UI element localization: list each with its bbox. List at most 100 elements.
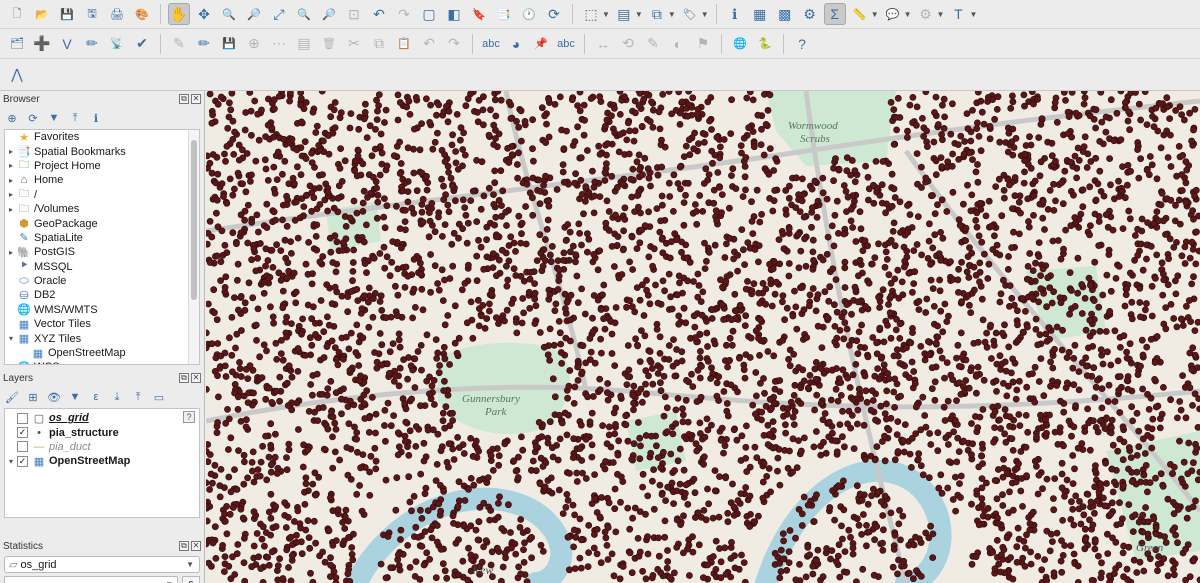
plugin-logo-icon[interactable]: ⋀	[6, 64, 28, 86]
plugin-icon[interactable]: 🌐	[729, 33, 751, 55]
browser-item[interactable]: ⬢ GeoPackage	[5, 216, 199, 231]
expand-arrow-icon[interactable]: ▸	[5, 190, 17, 199]
save-edits-icon[interactable]: 💾	[218, 33, 240, 55]
redo-icon[interactable]: ↷	[443, 33, 465, 55]
browser-item[interactable]: ▦ Vector Tiles	[5, 317, 199, 331]
map-canvas[interactable]: Wormwood Scrubs Gunnersbury Park Kew Gre…	[206, 91, 1200, 583]
help-badge[interactable]: ?	[183, 411, 195, 423]
cut-features-icon[interactable]: ✂	[343, 33, 365, 55]
expression-epsilon-button[interactable]: ε	[182, 576, 200, 583]
select-features-icon[interactable]: ⬚	[580, 3, 602, 25]
collapse-all-icon[interactable]: ⤒	[67, 110, 83, 126]
layer-item[interactable]: ✓ • pia_structure	[5, 425, 199, 439]
browser-item[interactable]: ⯈ MSSQL	[5, 260, 199, 274]
digitize-icon[interactable]: ✏	[81, 33, 103, 55]
temporal-controller-icon[interactable]: 🕐	[518, 3, 540, 25]
statistics-field-input[interactable]: ▼	[4, 576, 178, 583]
select-by-value-icon[interactable]: ▤	[613, 3, 635, 25]
statistics-sigma-icon[interactable]: Σ	[823, 3, 846, 25]
zoom-out-icon[interactable]: 🔎	[243, 3, 265, 25]
show-bookmarks-icon[interactable]: 📑	[493, 3, 515, 25]
filter-expression-icon[interactable]: ε	[88, 389, 104, 405]
browser-item[interactable]: ▸ 📑 Spatial Bookmarks	[5, 144, 199, 159]
modify-attributes-icon[interactable]: ▤	[293, 33, 315, 55]
browser-item[interactable]: ▾ ▦ XYZ Tiles	[5, 331, 199, 346]
spatial-bookmark-icon[interactable]: 🔖	[468, 3, 490, 25]
pan-to-selection-icon[interactable]: ✥	[193, 3, 215, 25]
layer-visibility-checkbox[interactable]: ✓	[17, 427, 28, 439]
new-layer-icon[interactable]: ➕	[31, 33, 53, 55]
layer-visibility-checkbox[interactable]	[17, 412, 28, 424]
browser-item[interactable]: ▸ 🗀 Project Home	[5, 159, 199, 173]
deselect-icon[interactable]: ⧉	[646, 3, 668, 25]
help-book-icon[interactable]: ?	[791, 33, 813, 55]
manage-visibility-icon[interactable]: 👁	[46, 389, 62, 405]
expand-arrow-icon[interactable]: ▸	[5, 176, 17, 185]
expand-arrow-icon[interactable]: ▸	[5, 161, 17, 170]
chevron-down-icon[interactable]: ▼	[701, 10, 709, 19]
expanded-arrow-icon[interactable]: ▾	[5, 457, 17, 466]
browser-item[interactable]: 🌐 WMS/WMTS	[5, 303, 199, 317]
zoom-selection-icon[interactable]: 🔍	[293, 3, 315, 25]
chevron-down-icon[interactable]: ▼	[904, 10, 912, 19]
add-vector-icon[interactable]: V	[56, 33, 78, 55]
float-dock-icon[interactable]: ⧉	[179, 373, 189, 383]
new-3d-view-icon[interactable]: ◧	[443, 3, 465, 25]
chevron-down-icon[interactable]: ▼	[602, 10, 610, 19]
browser-item[interactable]: ★ Favorites	[5, 130, 199, 144]
refresh-icon[interactable]: ⟳	[543, 3, 565, 25]
expand-arrow-icon[interactable]: ▸	[5, 248, 17, 257]
undo-icon[interactable]: ↶	[418, 33, 440, 55]
move-label-icon[interactable]: ↔	[592, 33, 614, 55]
browser-item[interactable]: ▦ OpenStreetMap	[5, 346, 199, 360]
label-props-icon[interactable]: ⚑	[692, 33, 714, 55]
layer-item[interactable]: — pia_duct	[5, 440, 199, 454]
save-as-icon[interactable]: 🖫	[81, 3, 103, 25]
chevron-down-icon[interactable]: ▼	[668, 10, 676, 19]
identify-icon[interactable]: ℹ	[724, 3, 746, 25]
style-manager-icon[interactable]: 🎨	[131, 3, 153, 25]
toggle-editing-icon[interactable]: ✏	[193, 33, 215, 55]
layer-visibility-checkbox[interactable]: ✓	[17, 455, 28, 467]
text-annotation-icon[interactable]: T	[947, 3, 969, 25]
zoom-layer-icon[interactable]: 🔎	[318, 3, 340, 25]
print-layout-icon[interactable]: 🖨	[106, 3, 128, 25]
vertex-tool-icon[interactable]: ⋯	[268, 33, 290, 55]
chevron-down-icon[interactable]: ▼	[871, 10, 879, 19]
label-icon[interactable]: 🏷	[679, 3, 701, 25]
zoom-full-icon[interactable]: ⤢	[268, 3, 290, 25]
pan-map-icon[interactable]: ✋	[168, 3, 190, 25]
collapse-all-layers-icon[interactable]: ⤒	[130, 389, 146, 405]
zoom-next-icon[interactable]: ↷	[393, 3, 415, 25]
browser-item[interactable]: ▸ 🗀 /	[5, 188, 199, 202]
statistics-layer-select[interactable]: ▱ os_grid ▼	[4, 556, 200, 573]
expand-arrow-icon[interactable]: ▸	[5, 205, 17, 214]
zoom-last-icon[interactable]: ↶	[368, 3, 390, 25]
add-selected-layers-icon[interactable]: ⊕	[4, 110, 20, 126]
browser-item[interactable]: ✎ SpatiaLite	[5, 231, 199, 245]
chevron-down-icon[interactable]: ▼	[635, 10, 643, 19]
zoom-in-icon[interactable]: 🔍	[218, 3, 240, 25]
diagram-icon[interactable]: ◕	[505, 33, 527, 55]
data-source-manager-icon[interactable]: 🗂	[6, 33, 28, 55]
label-toolbar-icon[interactable]: abc	[480, 33, 502, 55]
delete-selected-icon[interactable]: 🗑	[318, 33, 340, 55]
browser-item[interactable]: ⬭ Oracle	[5, 274, 199, 288]
expand-arrow-icon[interactable]: ▸	[5, 147, 17, 156]
current-edits-icon[interactable]: ✎	[168, 33, 190, 55]
browser-item[interactable]: ▸ 🐘 PostGIS	[5, 245, 199, 259]
layer-visibility-checkbox[interactable]	[17, 441, 28, 453]
close-dock-icon[interactable]: ✕	[191, 94, 201, 104]
change-label-icon[interactable]: ✎	[642, 33, 664, 55]
chevron-down-icon[interactable]: ▼	[969, 10, 977, 19]
open-layer-styling-icon[interactable]: 🖌	[4, 389, 20, 405]
browser-item[interactable]: 🌐WCS	[5, 360, 199, 364]
save-project-icon[interactable]: 💾	[56, 3, 78, 25]
browser-item[interactable]: ▸ ⌂ Home	[5, 173, 199, 187]
validate-icon[interactable]: ✔	[131, 33, 153, 55]
highlight-label-icon[interactable]: abc	[555, 33, 577, 55]
expanded-arrow-icon[interactable]: ▾	[5, 334, 17, 343]
paste-features-icon[interactable]: 📋	[393, 33, 415, 55]
chevron-down-icon[interactable]: ▼	[937, 10, 945, 19]
remove-layer-icon[interactable]: ▭	[151, 389, 167, 405]
